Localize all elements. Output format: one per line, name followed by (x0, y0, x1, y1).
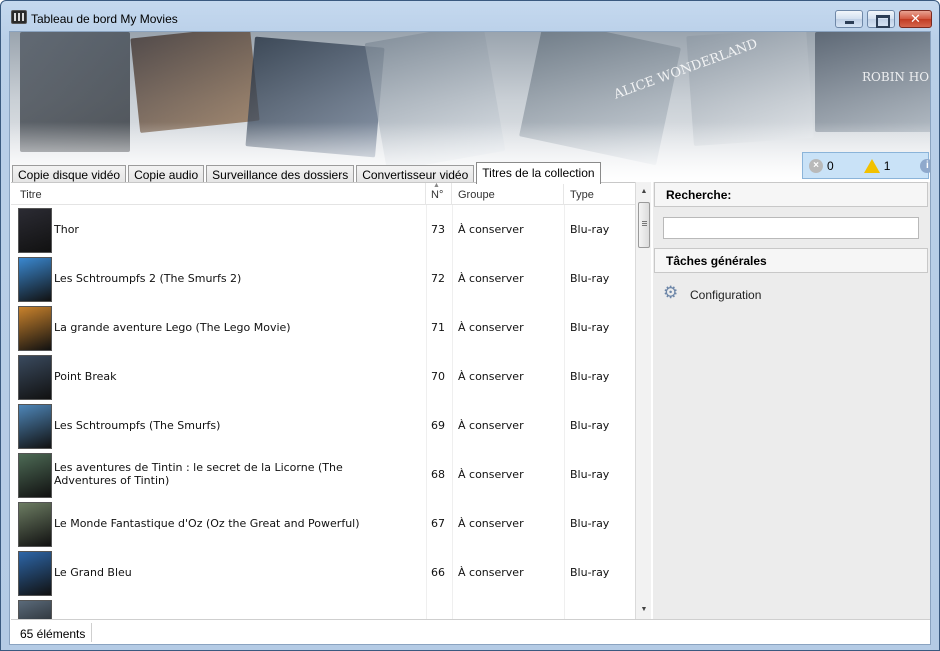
list-scrollbar[interactable]: ▲ ▼ (635, 182, 651, 619)
cover-thumbnail (18, 208, 52, 253)
window-title: Tableau de bord My Movies (31, 12, 178, 26)
movie-group: À conserver (458, 370, 524, 383)
movie-group: À conserver (458, 223, 524, 236)
movie-type: Blu-ray (570, 419, 610, 432)
cover-thumbnail (18, 257, 52, 302)
table-row[interactable]: Les Schtroumpfs (The Smurfs) 69 À conserve… (11, 402, 635, 451)
cover-thumbnail (18, 404, 52, 449)
movie-title: Les Schtroumpfs 2 (The Smurfs 2) (54, 272, 242, 285)
maximize-button[interactable] (867, 10, 895, 28)
cover-thumbnail (18, 355, 52, 400)
tab-titres-collection[interactable]: Titres de la collection (476, 162, 601, 184)
item-count: 65 éléments (20, 627, 86, 641)
table-rows: Thor 73 À conserver Blu-ray Les Schtroumpfs … (11, 206, 635, 619)
column-headers: Titre ▲ N° Groupe Type (11, 182, 635, 205)
movie-title: Thor (54, 223, 79, 236)
table-row[interactable]: Les aventures de Tintin : le secret de l… (11, 451, 635, 500)
main-window: Tableau de bord My Movies ALICE WONDERLA… (0, 0, 940, 651)
warning-notification[interactable]: 1 (863, 158, 909, 173)
movie-title: Le Monde Fantastique d'Oz (Oz the Great … (54, 517, 360, 530)
table-row[interactable]: Thor 73 À conserver Blu-ray (11, 206, 635, 255)
movie-title: Les aventures de Tintin : le secret de l… (54, 461, 343, 487)
column-header-number[interactable]: ▲ N° (426, 182, 452, 205)
movie-type: Blu-ray (570, 370, 610, 383)
banner-brand-text: ROBIN HO (862, 70, 930, 84)
status-separator (91, 623, 92, 642)
warning-count: 1 (883, 158, 891, 173)
movie-banner: ALICE WONDERLAND ROBIN HO (10, 32, 930, 182)
movie-title: La grande aventure Lego (The Lego Movie) (54, 321, 291, 334)
status-bar: 65 éléments (11, 619, 930, 644)
scroll-up-icon[interactable]: ▲ (639, 188, 649, 195)
movie-type: Blu-ray (570, 272, 610, 285)
movie-type: Blu-ray (570, 517, 610, 530)
movie-number: 69 (431, 419, 445, 432)
table-row[interactable]: Le Monde Fantastique d'Oz (Oz the Great … (11, 500, 635, 549)
search-input[interactable] (663, 217, 919, 239)
movie-title: Les Schtroumpfs (The Smurfs) (54, 419, 221, 432)
movie-group: À conserver (458, 272, 524, 285)
cover-thumbnail (18, 306, 52, 351)
warning-icon (863, 158, 880, 173)
movie-group: À conserver (458, 566, 524, 579)
movie-group: À conserver (458, 517, 524, 530)
movie-type: Blu-ray (570, 468, 610, 481)
title-bar[interactable]: Tableau de bord My Movies (1, 1, 939, 31)
movie-title: Point Break (54, 370, 117, 383)
movie-number: 66 (431, 566, 445, 579)
movie-number: 67 (431, 517, 445, 530)
info-notification[interactable]: i 0 (920, 158, 930, 173)
movie-title: Le Grand Bleu (54, 566, 132, 579)
movie-group: À conserver (458, 419, 524, 432)
table-row[interactable]: Les Schtroumpfs 2 (The Smurfs 2) 72 À cons… (11, 255, 635, 304)
info-icon: i (920, 158, 930, 173)
scrollbar-thumb[interactable] (638, 202, 650, 248)
configuration-label: Configuration (690, 287, 762, 302)
banner-poster (130, 32, 260, 134)
client-area: ALICE WONDERLAND ROBIN HO Copie disque v… (9, 31, 931, 645)
movie-type: Blu-ray (570, 566, 610, 579)
collection-list: Titre ▲ N° Groupe Type Thor 73 À conserver B… (11, 182, 635, 619)
column-header-type[interactable]: Type (564, 183, 634, 205)
movie-number: 70 (431, 370, 445, 383)
movie-number: 71 (431, 321, 445, 334)
notification-bar[interactable]: × 0 1 i 0 (802, 152, 930, 179)
movie-type: Blu-ray (570, 223, 610, 236)
search-header: Recherche: (654, 182, 928, 207)
cover-thumbnail (18, 600, 52, 619)
movie-group: À conserver (458, 321, 524, 334)
close-button[interactable] (899, 10, 932, 28)
side-panel: Recherche: Tâches générales Configuratio… (653, 182, 930, 619)
cover-thumbnail (18, 551, 52, 596)
table-row[interactable]: Point Break 70 À conserver Blu-ray (11, 353, 635, 402)
column-header-group[interactable]: Groupe (452, 183, 564, 205)
scroll-down-icon[interactable]: ▼ (639, 606, 649, 613)
error-count: 0 (827, 158, 834, 173)
tasks-header: Tâches générales (654, 248, 928, 273)
sort-ascending-icon: ▲ (433, 182, 440, 189)
cover-thumbnail (18, 502, 52, 547)
movie-number: 72 (431, 272, 445, 285)
movie-number: 73 (431, 223, 445, 236)
movie-number: 68 (431, 468, 445, 481)
cover-thumbnail (18, 453, 52, 498)
error-notification[interactable]: × 0 (809, 158, 852, 173)
table-row[interactable]: Le Grand Bleu 66 À conserver Blu-ray (11, 549, 635, 598)
gear-icon (663, 283, 680, 303)
movie-group: À conserver (458, 468, 524, 481)
column-header-title[interactable]: Titre (11, 183, 426, 205)
error-icon: × (809, 158, 823, 173)
minimize-button[interactable] (835, 10, 863, 28)
column-header-number-label: N° (431, 189, 444, 201)
tab-strip: Copie disque vidéo Copie audio Surveilla… (12, 162, 603, 184)
configuration-link[interactable]: Configuration (663, 283, 762, 303)
table-row[interactable]: La grande aventure Lego (The Lego Movie)… (11, 304, 635, 353)
movie-type: Blu-ray (570, 321, 610, 334)
film-icon (11, 10, 27, 24)
